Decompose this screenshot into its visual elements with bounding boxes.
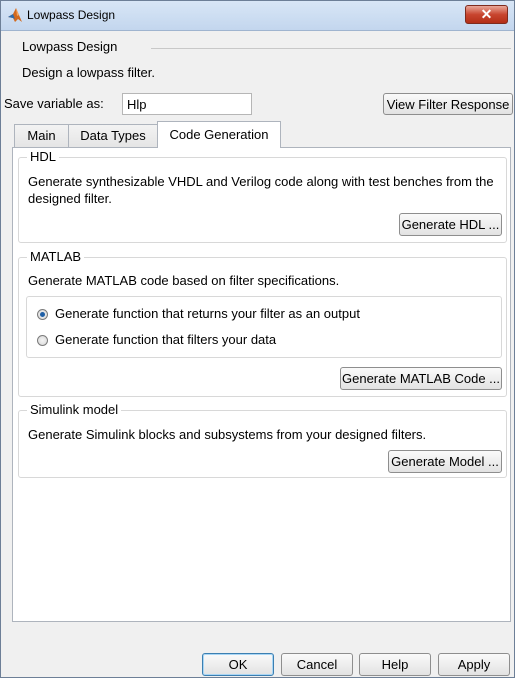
radio-returns-filter[interactable] — [37, 309, 48, 320]
simulink-description: Generate Simulink blocks and subsystems … — [28, 427, 427, 442]
matlab-group: MATLAB Generate MATLAB code based on fil… — [18, 249, 507, 397]
heading-divider — [151, 48, 511, 49]
view-filter-response-button[interactable]: View Filter Response — [383, 93, 513, 115]
radio-filters-data[interactable] — [37, 335, 48, 346]
help-button[interactable]: Help — [359, 653, 431, 676]
matlab-options-box: Generate function that returns your filt… — [26, 296, 502, 358]
title-bar[interactable]: Lowpass Design ✕ — [1, 1, 514, 31]
window-title: Lowpass Design — [27, 8, 116, 22]
generate-model-button[interactable]: Generate Model ... — [388, 450, 502, 473]
generate-hdl-button[interactable]: Generate HDL ... — [399, 213, 502, 236]
tab-data-types[interactable]: Data Types — [68, 124, 158, 147]
dialog-description: Design a lowpass filter. — [22, 65, 155, 80]
generate-matlab-code-button[interactable]: Generate MATLAB Code ... — [340, 367, 502, 390]
tab-code-generation[interactable]: Code Generation — [157, 121, 281, 148]
close-button[interactable]: ✕ — [465, 5, 508, 24]
dialog-window: Lowpass Design ✕ Lowpass Design Design a… — [0, 0, 515, 678]
simulink-group: Simulink model Generate Simulink blocks … — [18, 402, 507, 478]
save-variable-label: Save variable as: — [4, 96, 104, 111]
hdl-description: Generate synthesizable VHDL and Verilog … — [28, 174, 494, 206]
dialog-heading: Lowpass Design — [22, 39, 118, 54]
save-variable-input[interactable] — [122, 93, 252, 115]
simulink-group-title: Simulink model — [27, 402, 122, 417]
code-generation-panel: HDL Generate synthesizable VHDL and Veri… — [12, 147, 511, 622]
radio-filters-data-label[interactable]: Generate function that filters your data — [55, 332, 276, 347]
hdl-group-title: HDL — [27, 149, 60, 164]
tab-main[interactable]: Main — [14, 124, 69, 147]
cancel-button[interactable]: Cancel — [281, 653, 353, 676]
matlab-group-title: MATLAB — [27, 249, 85, 264]
ok-button[interactable]: OK — [202, 653, 274, 676]
apply-button[interactable]: Apply — [438, 653, 510, 676]
matlab-description: Generate MATLAB code based on filter spe… — [28, 273, 340, 288]
radio-returns-filter-label[interactable]: Generate function that returns your filt… — [55, 306, 360, 321]
close-icon: ✕ — [480, 6, 493, 22]
matlab-logo-icon — [8, 8, 22, 22]
hdl-group: HDL Generate synthesizable VHDL and Veri… — [18, 149, 507, 243]
